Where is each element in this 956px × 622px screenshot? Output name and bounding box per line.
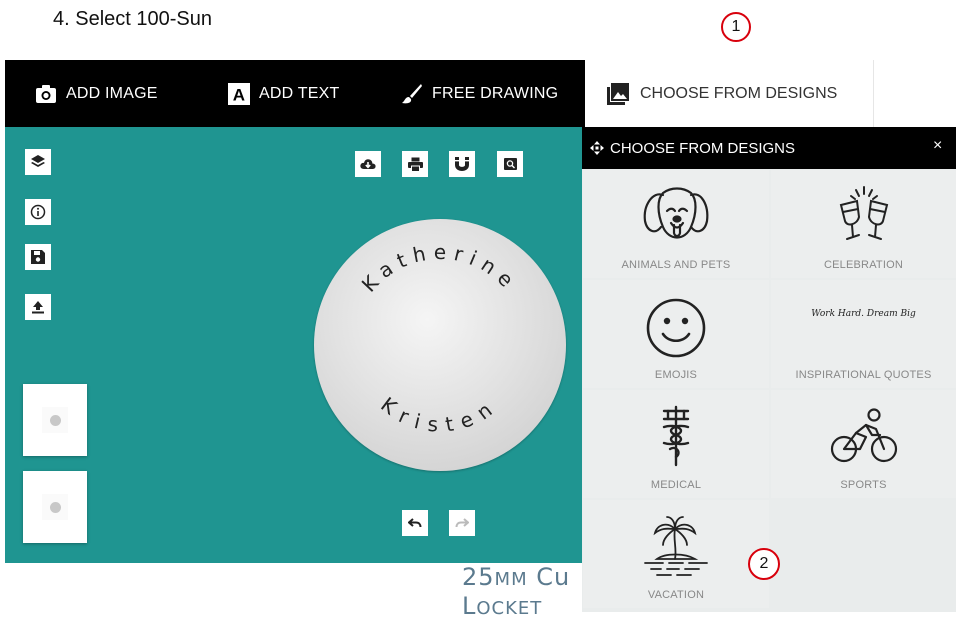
- category-label: ANIMALS AND PETS: [621, 259, 731, 271]
- category-label: VACATION: [647, 589, 705, 601]
- cloud-download-icon: [360, 159, 376, 169]
- free-drawing-label: FREE DRAWING: [432, 84, 559, 102]
- text-icon: A: [228, 82, 250, 105]
- caduceus-icon: [662, 405, 690, 467]
- designs-panel-header: CHOOSE FROM DESIGNS: [582, 127, 956, 169]
- champagne-glasses-icon: [839, 186, 888, 240]
- category-label: CELEBRATION: [823, 259, 903, 271]
- redo-button[interactable]: [449, 510, 475, 536]
- snap-magnet-button[interactable]: [449, 151, 475, 177]
- dog-icon: [643, 187, 709, 239]
- locket-top-text[interactable]: Katherine: [357, 240, 523, 297]
- redo-icon: [455, 518, 469, 528]
- quote-preview-text: Work Hard. Dream Big: [811, 309, 916, 319]
- instruction-text: 4. Select 100-Sun: [53, 8, 212, 30]
- download-button[interactable]: [355, 151, 381, 177]
- layers-button[interactable]: [25, 149, 51, 175]
- smiley-icon: [646, 298, 706, 358]
- choose-from-designs-tab[interactable]: CHOOSE FROM DESIGNS: [585, 60, 874, 127]
- product-title: 25MM Cu LOCKET: [462, 563, 571, 620]
- zoom-icon: [503, 158, 517, 170]
- category-label: SPORTS: [840, 479, 887, 491]
- category-label: INSPIRATIONAL QUOTES: [795, 369, 932, 381]
- category-sports[interactable]: SPORTS: [771, 390, 956, 498]
- locket-bottom-text[interactable]: Kristen: [376, 392, 503, 436]
- locket-side-thumbnail[interactable]: [23, 471, 87, 543]
- category-animals-and-pets[interactable]: ANIMALS AND PETS: [583, 170, 769, 278]
- locket-side-thumbnail[interactable]: [23, 384, 87, 456]
- print-button[interactable]: [402, 151, 428, 177]
- zoom-button[interactable]: [497, 151, 523, 177]
- cyclist-icon: [830, 408, 897, 463]
- info-button[interactable]: [25, 199, 51, 225]
- category-emojis[interactable]: EMOJIS: [583, 280, 769, 388]
- locket-text-layer[interactable]: Katherine Kristen: [314, 219, 566, 471]
- step-badge-1: 1: [721, 12, 751, 42]
- category-label: MEDICAL: [650, 479, 702, 491]
- brush-icon: [402, 83, 422, 103]
- add-image-button[interactable]: ADD IMAGE: [35, 60, 158, 127]
- category-medical[interactable]: MEDICAL: [583, 390, 769, 498]
- add-text-button[interactable]: A ADD TEXT: [228, 60, 339, 127]
- magnet-icon: [455, 156, 469, 171]
- add-text-label: ADD TEXT: [259, 84, 340, 102]
- add-image-label: ADD IMAGE: [66, 84, 158, 102]
- designs-panel-title: CHOOSE FROM DESIGNS: [610, 139, 796, 157]
- free-drawing-button[interactable]: FREE DRAWING: [401, 60, 558, 127]
- category-vacation[interactable]: VACATION: [583, 500, 769, 608]
- category-celebration[interactable]: CELEBRATION: [771, 170, 956, 278]
- close-panel-button[interactable]: ×: [933, 137, 942, 155]
- upload-button[interactable]: [25, 294, 51, 320]
- gallery-icon: [607, 82, 629, 105]
- choose-from-designs-label: CHOOSE FROM DESIGNS: [640, 84, 838, 102]
- undo-button[interactable]: [402, 510, 428, 536]
- svg-text:A: A: [233, 85, 245, 104]
- printer-icon: [407, 157, 423, 172]
- thumbnail-preview: [42, 407, 68, 433]
- thumbnail-preview: [42, 494, 68, 520]
- info-icon: [30, 204, 46, 220]
- move-arrows-icon: [590, 141, 604, 155]
- layers-icon: [31, 155, 45, 167]
- category-label: EMOJIS: [654, 369, 698, 381]
- upload-icon: [32, 301, 44, 314]
- save-button[interactable]: [25, 244, 51, 270]
- floppy-disk-icon: [31, 250, 45, 264]
- step-badge-2: 2: [748, 548, 780, 580]
- camera-icon: [36, 84, 56, 103]
- category-inspirational-quotes[interactable]: Work Hard. Dream Big INSPIRATIONAL QUOTE…: [771, 280, 956, 388]
- palm-island-icon: [644, 516, 708, 576]
- undo-icon: [408, 518, 422, 528]
